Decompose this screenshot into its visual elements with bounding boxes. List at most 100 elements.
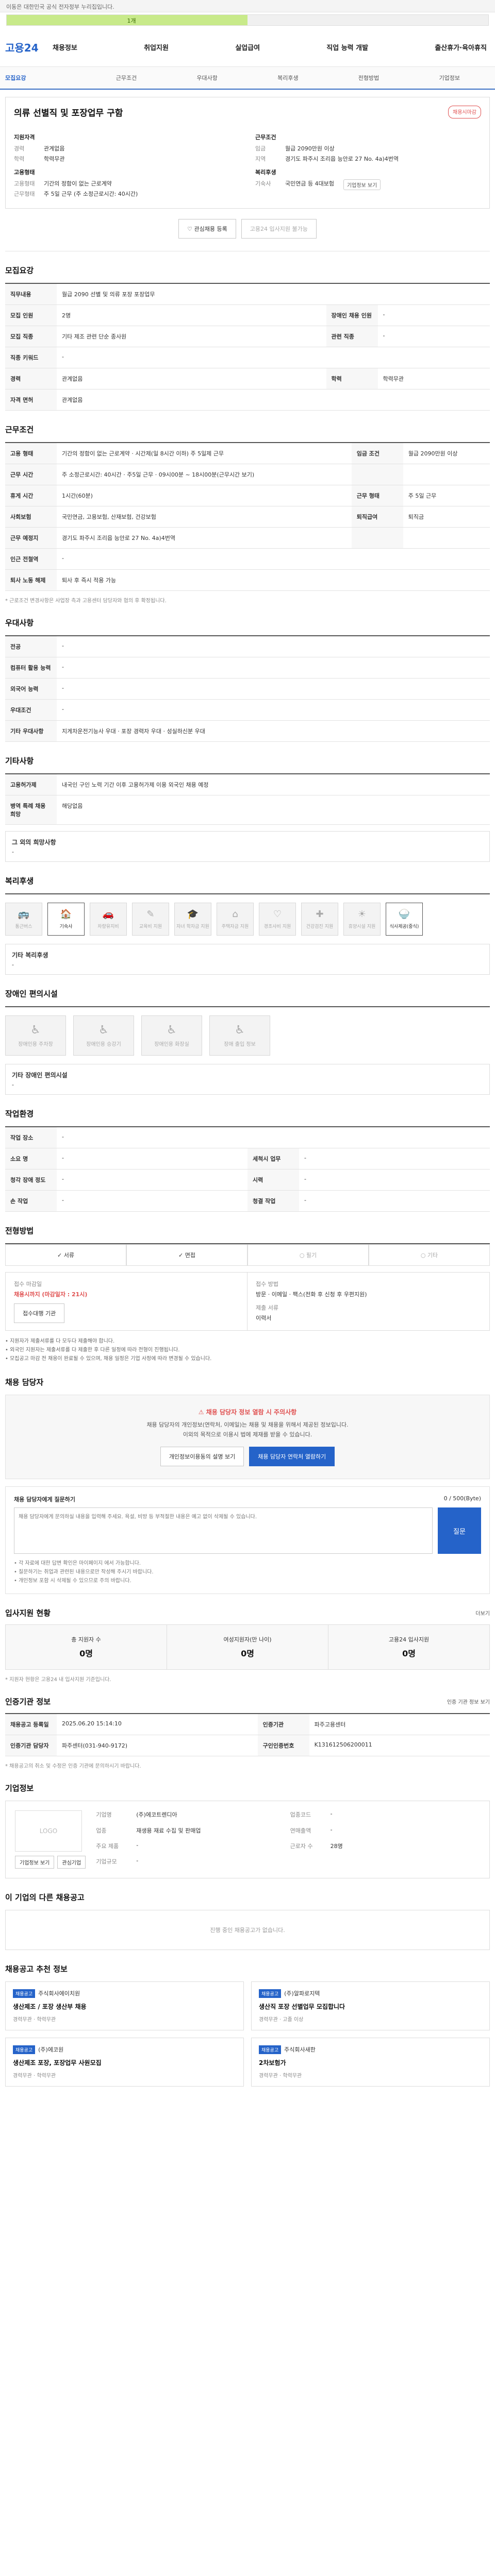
method-label: 기타 [427,1252,438,1259]
prefer-key: 전공 [5,636,57,657]
contact-box: ⚠ 채용 담당자 정보 열람 시 주의사항 채용 담당자의 개인정보(연락처, … [5,1395,490,1480]
nav-item-4[interactable]: 출산휴가·육아휴직 [435,42,487,52]
welfare-item: ♡ 경조사비 지원 [259,903,296,936]
history-value: 2025.06.20 15:14:10 [57,1714,258,1736]
recommend-title: 채용공고 추천 정보 [5,1964,68,1974]
recruit-row: 모집 직종 기타 제조 관련 단순 종사원 관련 직종 - [5,326,490,347]
welfare-label: 자녀 학자금 지원 [176,924,209,929]
prefer-section: 우대사항 전공 - 컴퓨터 활용 능력 - 외국어 능력 - 우대조건 - 기타 우대사항 지게차… [5,604,490,742]
others-section: 이 기업의 다른 채용공고 진행 중인 채용공고가 없습니다. [5,1878,490,1951]
stat-value: 0명 [402,1649,416,1659]
recommend-company: (주)알파로지텍 [284,1990,320,1997]
prefer-key: 컴퓨터 활용 능력 [5,657,57,679]
recommend-header: 채용공고 (주)알파로지텍 [259,1989,482,1998]
apply-way: 접수 방법 방문 · 이메일 · 팩스(전화 후 신청 후 우편지원) 제출 서… [256,1281,367,1321]
company-info-chip[interactable]: 기업정보 보기 [343,179,381,190]
company-info-button[interactable]: 기업정보 보기 [15,1856,55,1869]
work-value: 주 소정근로시간: 40시간 · 주5일 근무 · 09시00분 ~ 18시00… [57,464,352,485]
recruit-row: 모집 인원 2명 장애인 채용 인원 - [5,304,490,326]
recommend-meta: 경력무관 · 학력무관 [259,2073,302,2079]
alert-icon: ⚠ [198,1409,206,1416]
recruit-value: - [57,347,490,368]
main-nav: 고용24 채용정보 취업지원 실업급여 직업 능력 개발 출산휴가·육아휴직 [0,28,495,67]
welfare-label: 경조사비 지원 [263,924,291,929]
subnav-tab-4[interactable]: 전형방법 [328,74,409,82]
work-key: 근무 시간 [5,464,57,485]
agency-button[interactable]: 접수대행 기관 [14,1303,65,1323]
history-row: 인증기관 담당자 파주센터(031-940-9172) 구인인증번호 K1316125… [5,1735,490,1757]
question-note: • 각 자료에 대한 답변 확인은 마이페이지 에서 가능합니다. [14,1561,141,1567]
welfare-icon: 🏠 [60,909,72,920]
recommend-title: 생산직 포장 선별업무 모집합니다 [259,2003,345,2011]
prefer-row: 전공 - [5,636,490,657]
question-note: • 질문하기는 취업과 관련된 내용으로만 작성해 주시기 바랍니다. [14,1569,154,1575]
site-logo[interactable]: 고용24 [5,40,53,55]
prefer-key: 우대조건 [5,699,57,721]
question-submit-button[interactable]: 질문 [438,1507,481,1554]
recommend-card[interactable]: 채용공고 주식회사새한 2차보험가 경력무관 · 학력무관 [251,2038,490,2087]
recommend-header: 채용공고 주식회사에이치원 [13,1989,236,1998]
privacy-consent-button[interactable]: 개인정보이용동의 설명 보기 [160,1447,244,1467]
work-row: 근무 시간 주 소정근로시간: 40시간 · 주5일 근무 · 09시00분 ~ … [5,464,490,485]
nav-item-0[interactable]: 채용정보 [53,42,77,52]
method-section: 전형방법 ✓ 서류 ✓ 면접 ○ 필기 ○ 기타 접수 마감일 채용시까지 (마감일자… [5,1212,490,1363]
recruit-value: 2명 [57,304,326,326]
recruit-key: 모집 직종 [5,326,57,347]
job-title-row: 의류 선별직 및 포장업무 구함 채용시마감 [14,106,481,118]
history-value: K131612506200011 [309,1735,490,1757]
job-title: 의류 선별직 및 포장업무 구함 [14,108,123,118]
stat-item: 고용24 입사지원 0명 [328,1625,489,1669]
history-key: 인증기관 [257,1714,309,1736]
contact-warning: ⚠ 채용 담당자 정보 열람 시 주의사항 [198,1409,297,1416]
subnav-tab-0[interactable]: 모집요강 [5,74,86,82]
subnav-tab-3[interactable]: 복리후생 [248,74,328,82]
apply-deadline: 접수 마감일 채용시까지 (마감일자 : 21시) 접수대행 기관 [6,1273,248,1330]
interest-button[interactable]: ♡ 관심채용 등록 [178,219,236,239]
nav-item-2[interactable]: 실업급여 [235,42,260,52]
welfare-icon: 🚌 [18,909,30,920]
recommend-card[interactable]: 채용공고 (주)알파로지텍 생산직 포장 선별업무 모집합니다 경력무관 · 고졸 이… [251,1981,490,2031]
apply-info: 접수 마감일 채용시까지 (마감일자 : 21시) 접수대행 기관 접수 방법 … [5,1272,490,1331]
favorite-company-button[interactable]: 관심기업 [57,1856,86,1869]
company-box: LOGO 기업정보 보기 관심기업 기업명 (주)에코트렌디아 업종코드 - 업종 재생용… [5,1801,490,1879]
work-key: 근무 형태 [351,485,403,506]
work-row: 근무 예정지 경기도 파주시 조리읍 능안로 27 No. 4a)4번역 [5,527,490,549]
summary-location: 지역 경기도 파주시 조리읍 능안로 27 No. 4a)4번역 [255,156,399,162]
recommend-card[interactable]: 채용공고 주식회사에이치원 생산제조 / 포장 생산부 채용 경력무관 · 학력무관 [5,1981,244,2031]
apply-button[interactable]: 고용24 입사지원 불가능 [241,219,317,239]
check-icon: ✓ [57,1252,64,1259]
work-table: 고용 형태 기간의 정함이 없는 근로계약 · 시간제(일 8시간 이하) 주 5… [5,442,490,591]
recommend-meta: 경력무관 · 학력무관 [13,2017,56,2023]
question-input[interactable] [14,1507,433,1554]
accessibility-icon: ♿ [98,1024,109,1037]
history-more-link[interactable]: 인증 기관 정보 보기 [447,1698,490,1705]
work-value [403,527,490,549]
subnav-tab-2[interactable]: 우대사항 [167,74,248,82]
recommend-card[interactable]: 채용공고 (주)에코원 생산제조 포장, 포장업무 사원모집 경력무관 · 학력무관 [5,2038,244,2087]
work-value: 퇴직금 [403,506,490,528]
facility-label: 장애인용 승강기 [86,1042,121,1047]
heart-icon: ♡ [187,226,194,232]
subnav-tab-1[interactable]: 근무조건 [86,74,167,82]
nav-item-1[interactable]: 취업지원 [144,42,169,52]
workplace-value: - [299,1190,490,1212]
history-section: 인증기관 정보 인증 기관 정보 보기 채용공고 등록일 2025.06.20 15… [5,1697,490,1770]
summary-education: 학력 학력무관 [14,156,65,162]
recruit-key: 학력 [326,368,378,389]
sub-nav: 모집요강 근무조건 우대사항 복리후생 전형방법 기업정보 [0,67,495,90]
company-key: 업종 [96,1827,107,1834]
welfare-item: 🚌 통근버스 [5,903,42,936]
work-row: 고용 형태 기간의 정함이 없는 근로계약 · 시간제(일 8시간 이하) 주 5… [5,443,490,464]
welfare-icon: 🎓 [187,909,199,920]
stat-item: 여성지원자(만 나이) 0명 [167,1625,328,1670]
recommend-title: 생산제조 포장, 포장업무 사원모집 [13,2059,102,2067]
workplace-row: 청각 장애 정도 - 시력 - [5,1169,490,1191]
company-value: 28명 [330,1842,343,1850]
work-key: 사회보험 [5,506,57,528]
subnav-tab-5[interactable]: 기업정보 [409,74,490,82]
view-contact-button[interactable]: 채용 담당자 연락처 열람하기 [249,1447,335,1467]
status-more-link[interactable]: 더보기 [475,1609,490,1617]
contact-title: 채용 담당자 [5,1378,44,1387]
welfare-section-title: 복리후생 [5,876,34,886]
nav-item-3[interactable]: 직업 능력 개발 [326,42,368,52]
